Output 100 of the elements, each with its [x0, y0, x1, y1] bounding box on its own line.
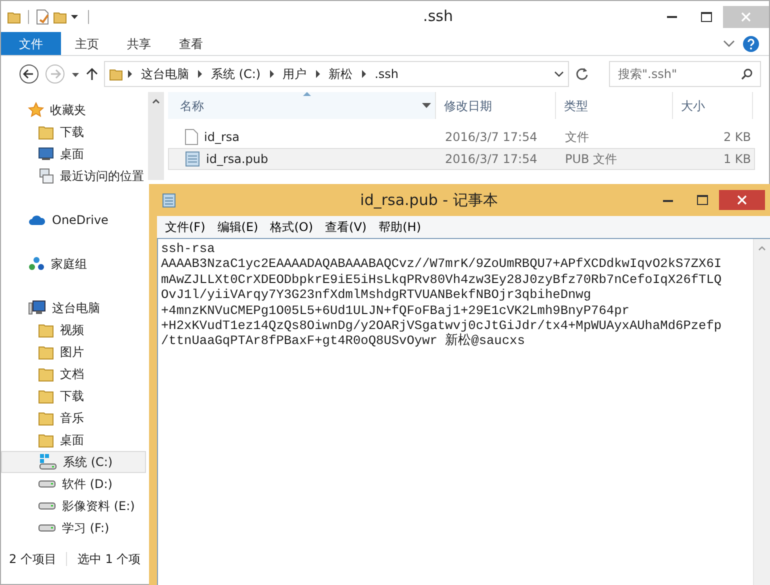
breadcrumb-item[interactable]: 这台电脑 — [137, 65, 193, 83]
nav-item[interactable]: 音乐 — [1, 407, 146, 429]
nav-item[interactable]: 收藏夹 — [1, 99, 146, 121]
file-icon — [185, 129, 198, 145]
menu-item[interactable]: 编辑(E) — [211, 218, 264, 236]
ribbon-tab[interactable]: 文件 — [1, 32, 61, 55]
nav-label: 桌面 — [60, 432, 84, 449]
dropdown-icon[interactable] — [70, 12, 79, 21]
breadcrumb-item[interactable]: 用户 — [278, 65, 311, 83]
column-label: 类型 — [564, 98, 588, 114]
nav-item[interactable]: 最近访问的位置 — [1, 165, 146, 187]
address-bar[interactable]: 这台电脑 系统 (C:) 用户 新松 .ssh — [104, 61, 569, 87]
nav-label: 图片 — [60, 344, 84, 361]
file-row[interactable]: id_rsa 2016/3/7 17:54 文件 2 KB — [168, 126, 755, 148]
column-header[interactable]: 大小 — [673, 92, 753, 119]
help-icon[interactable] — [743, 36, 759, 52]
up-arrow-icon[interactable] — [86, 67, 98, 81]
ribbon-tab[interactable]: 查看 — [165, 32, 217, 55]
drive-icon — [38, 502, 56, 510]
nav-item[interactable]: 家庭组 — [1, 253, 146, 275]
properties-icon[interactable] — [36, 8, 50, 24]
minimize-icon — [663, 198, 673, 202]
notepad-icon — [161, 192, 177, 208]
search-field[interactable]: 搜索".ssh" — [609, 61, 761, 87]
breadcrumb-item[interactable]: 系统 (C:) — [207, 65, 265, 83]
nav-label: 学习 (F:) — [62, 520, 110, 537]
status-text: 2 个项目 — [9, 551, 56, 568]
nav-item[interactable]: 桌面 — [1, 143, 146, 165]
nav-item[interactable]: 下载 — [1, 385, 146, 407]
chevron-right-icon[interactable] — [360, 70, 367, 78]
nav-label: OneDrive — [52, 212, 108, 229]
nav-item[interactable]: 系统 (C:) — [1, 451, 146, 473]
nav-item[interactable]: 图片 — [1, 341, 146, 363]
nav-item[interactable]: OneDrive — [1, 209, 146, 231]
nav-item[interactable]: 下载 — [1, 121, 146, 143]
computer-icon — [28, 300, 46, 316]
chevron-right-icon[interactable] — [197, 70, 203, 78]
nav-label: 下载 — [60, 124, 84, 141]
scrollbar[interactable] — [148, 92, 164, 180]
close-button[interactable] — [719, 190, 765, 210]
nav-label: 视频 — [60, 322, 84, 339]
maximize-icon — [696, 195, 708, 205]
dropdown-icon[interactable] — [554, 70, 564, 78]
nav-label: 桌面 — [60, 146, 84, 163]
dropdown-icon[interactable] — [422, 103, 431, 108]
nav-label: 收藏夹 — [50, 102, 86, 119]
folder-icon[interactable] — [7, 10, 21, 24]
chevron-right-icon[interactable] — [127, 70, 133, 78]
file-name: id_rsa.pub — [206, 151, 268, 168]
drive-icon — [38, 524, 56, 532]
minimize-icon — [667, 15, 677, 18]
back-icon[interactable] — [19, 64, 39, 84]
folder-icon — [38, 124, 54, 140]
column-header[interactable]: 修改日期 — [436, 92, 556, 119]
nav-item[interactable]: 桌面 — [1, 429, 146, 451]
nav-label: 下载 — [60, 388, 84, 405]
file-row[interactable]: id_rsa.pub 2016/3/7 17:54 PUB 文件 1 KB — [168, 148, 755, 170]
breadcrumb-item[interactable]: .ssh — [370, 65, 403, 83]
chevron-right-icon[interactable] — [314, 70, 321, 78]
folder-icon — [38, 432, 54, 448]
table-cell-text: 2 KB — [722, 129, 752, 146]
column-header[interactable]: 名称 — [168, 92, 436, 119]
folder-icon — [38, 388, 54, 404]
breadcrumb-item[interactable]: 新松 — [324, 65, 357, 83]
nav-item[interactable]: 视频 — [1, 319, 146, 341]
folder-icon — [38, 366, 54, 382]
nav-label: 影像资料 (E:) — [62, 498, 135, 515]
chevron-icon[interactable] — [723, 40, 735, 48]
search-icon — [741, 68, 753, 80]
ribbon-tab[interactable]: 共享 — [113, 32, 165, 55]
nav-item[interactable]: 软件 (D:) — [1, 473, 146, 495]
monitor-icon — [38, 147, 54, 161]
nav-label: 文档 — [60, 366, 84, 383]
menu-item[interactable]: 格式(O) — [264, 218, 320, 236]
folder-icon — [38, 322, 54, 338]
window-title: .ssh — [422, 7, 453, 26]
ribbon-tab[interactable]: 主页 — [61, 32, 113, 55]
file-name: id_rsa — [204, 129, 240, 146]
column-label: 大小 — [681, 98, 705, 114]
window-title: id_rsa.pub - 记事本 — [359, 190, 498, 209]
text-file-icon — [185, 151, 200, 167]
nav-item[interactable]: 文档 — [1, 363, 146, 385]
nav-item[interactable]: 这台电脑 — [1, 297, 146, 319]
nav-item[interactable]: 影像资料 (E:) — [1, 495, 146, 517]
close-icon — [741, 12, 751, 22]
chevron-right-icon[interactable] — [268, 70, 275, 78]
table-cell-text: 2016/3/7 17:54 — [444, 151, 538, 168]
homegroup-icon — [28, 256, 45, 272]
status-text: 选中 1 个项 — [77, 551, 141, 568]
maximize-icon — [700, 12, 712, 22]
menu-item[interactable]: 查看(V) — [319, 218, 373, 236]
scroll-up-icon[interactable] — [152, 98, 160, 104]
nav-label: 家庭组 — [51, 256, 87, 273]
nav-label: 最近访问的位置 — [60, 168, 144, 185]
refresh-icon[interactable] — [575, 67, 589, 81]
nav-item[interactable]: 学习 (F:) — [1, 517, 146, 539]
menu-item[interactable]: 帮助(H) — [372, 218, 427, 236]
scrollbar[interactable] — [753, 239, 770, 585]
column-header[interactable]: 类型 — [556, 92, 673, 119]
menu-item[interactable]: 文件(F) — [159, 218, 212, 236]
